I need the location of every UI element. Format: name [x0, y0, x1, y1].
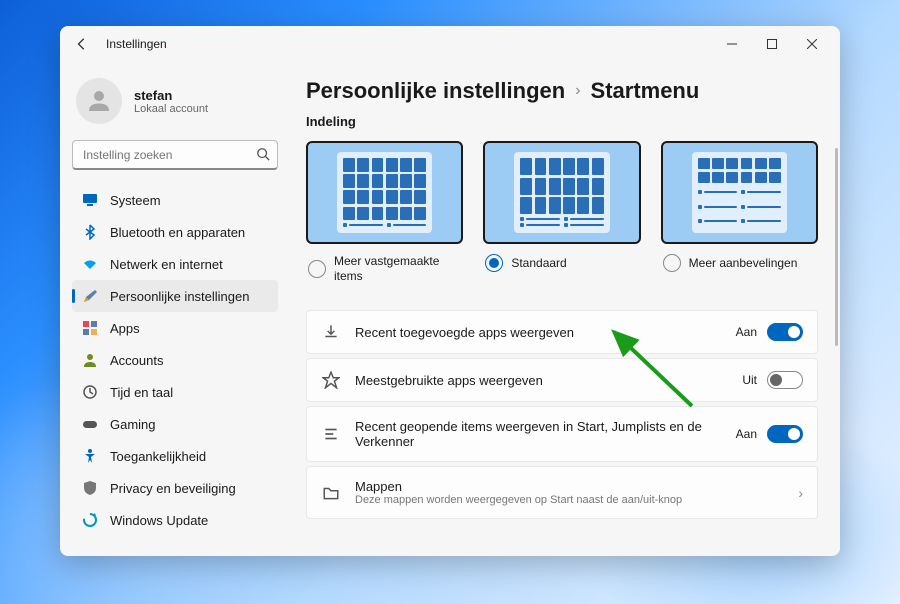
shield-icon	[82, 480, 98, 496]
radio-more-rec[interactable]: Meer aanbevelingen	[661, 254, 818, 272]
brush-icon	[82, 288, 98, 304]
titlebar: Instellingen	[60, 26, 840, 62]
sidebar-item-apps[interactable]: Apps	[72, 312, 278, 344]
settings-list: Recent toegevoegde apps weergeven Aan Mees…	[306, 310, 818, 519]
breadcrumb-current: Startmenu	[591, 78, 700, 104]
profile-sub: Lokaal account	[134, 103, 208, 115]
star-icon	[321, 371, 341, 389]
window-title: Instellingen	[106, 37, 167, 51]
maximize-button[interactable]	[752, 30, 792, 58]
sidebar-item-privacy[interactable]: Privacy en beveiliging	[72, 472, 278, 504]
setting-label: Meestgebruikte apps weergeven	[355, 373, 728, 388]
layout-option-more-pinned[interactable]: Meer vastgemaakte items	[306, 141, 463, 284]
radio-icon	[663, 254, 681, 272]
list-icon	[321, 425, 341, 443]
scrollbar[interactable]	[835, 148, 838, 544]
sidebar-item-label: Privacy en beveiliging	[110, 481, 236, 496]
layout-preview[interactable]	[306, 141, 463, 244]
setting-label: Recent geopende items weergeven in Start…	[355, 419, 722, 449]
layout-heading: Indeling	[306, 114, 818, 129]
sidebar-item-label: Gaming	[110, 417, 156, 432]
radio-default[interactable]: Standaard	[483, 254, 640, 272]
chevron-right-icon: ›	[575, 82, 580, 100]
sidebar-item-label: Accounts	[110, 353, 163, 368]
person-icon	[84, 86, 114, 116]
sidebar-item-label: Tijd en taal	[110, 385, 173, 400]
layout-option-default[interactable]: Standaard	[483, 141, 640, 284]
sidebar: stefan Lokaal account Systeem Bluetooth e…	[60, 62, 290, 556]
arrow-left-icon	[75, 37, 89, 51]
sidebar-item-network[interactable]: Netwerk en internet	[72, 248, 278, 280]
profile-block[interactable]: stefan Lokaal account	[72, 70, 278, 138]
main-content: Persoonlijke instellingen › Startmenu In…	[290, 62, 840, 556]
avatar	[76, 78, 122, 124]
clock-icon	[82, 384, 98, 400]
toggle-switch[interactable]	[767, 425, 803, 443]
chevron-right-icon: ›	[798, 485, 803, 501]
toggle-state: Uit	[742, 373, 757, 387]
search-icon	[256, 147, 270, 166]
download-icon	[321, 323, 341, 341]
sidebar-item-label: Toegankelijkheid	[110, 449, 206, 464]
setting-folders[interactable]: MappenDeze mappen worden weergegeven op …	[306, 466, 818, 519]
toggle-state: Aan	[736, 325, 757, 339]
apps-icon	[82, 320, 98, 336]
search-input[interactable]	[72, 140, 278, 170]
setting-label: Recent toegevoegde apps weergeven	[355, 325, 722, 340]
radio-more-pinned[interactable]: Meer vastgemaakte items	[306, 254, 463, 284]
sidebar-item-system[interactable]: Systeem	[72, 184, 278, 216]
sidebar-item-gaming[interactable]: Gaming	[72, 408, 278, 440]
sidebar-item-label: Persoonlijke instellingen	[110, 289, 249, 304]
gamepad-icon	[82, 416, 98, 432]
update-icon	[82, 512, 98, 528]
setting-most-used[interactable]: Meestgebruikte apps weergeven Uit	[306, 358, 818, 402]
search-box	[72, 140, 278, 170]
folder-icon	[321, 484, 341, 502]
layout-options: Meer vastgemaakte items Standaard	[306, 141, 818, 284]
close-button[interactable]	[792, 30, 832, 58]
toggle-state: Aan	[736, 427, 757, 441]
accessibility-icon	[82, 448, 98, 464]
sidebar-item-label: Windows Update	[110, 513, 208, 528]
toggle-switch[interactable]	[767, 371, 803, 389]
radio-label: Meer vastgemaakte items	[334, 254, 463, 284]
sidebar-item-label: Bluetooth en apparaten	[110, 225, 245, 240]
back-button[interactable]	[68, 30, 96, 58]
toggle-switch[interactable]	[767, 323, 803, 341]
bluetooth-icon	[82, 224, 98, 240]
breadcrumb-parent[interactable]: Persoonlijke instellingen	[306, 78, 565, 104]
setting-sub: Deze mappen worden weergegeven op Start …	[355, 494, 784, 506]
layout-preview[interactable]	[483, 141, 640, 244]
sidebar-item-label: Netwerk en internet	[110, 257, 223, 272]
sidebar-item-update[interactable]: Windows Update	[72, 504, 278, 536]
radio-label: Standaard	[511, 256, 566, 271]
layout-preview[interactable]	[661, 141, 818, 244]
layout-option-more-rec[interactable]: Meer aanbevelingen	[661, 141, 818, 284]
sidebar-item-label: Apps	[110, 321, 140, 336]
sidebar-item-label: Systeem	[110, 193, 161, 208]
person-icon	[82, 352, 98, 368]
minimize-button[interactable]	[712, 30, 752, 58]
settings-window: Instellingen stefan Lokaal account S	[60, 26, 840, 556]
sidebar-item-personalization[interactable]: Persoonlijke instellingen	[72, 280, 278, 312]
sidebar-item-bluetooth[interactable]: Bluetooth en apparaten	[72, 216, 278, 248]
setting-label: Mappen	[355, 479, 784, 494]
setting-recent-items[interactable]: Recent geopende items weergeven in Start…	[306, 406, 818, 462]
radio-icon	[308, 260, 326, 278]
setting-recent-apps[interactable]: Recent toegevoegde apps weergeven Aan	[306, 310, 818, 354]
radio-label: Meer aanbevelingen	[689, 256, 798, 271]
sidebar-item-accessibility[interactable]: Toegankelijkheid	[72, 440, 278, 472]
wifi-icon	[82, 256, 98, 272]
sidebar-item-time[interactable]: Tijd en taal	[72, 376, 278, 408]
sidebar-item-accounts[interactable]: Accounts	[72, 344, 278, 376]
profile-name: stefan	[134, 88, 208, 103]
breadcrumb: Persoonlijke instellingen › Startmenu	[306, 78, 818, 104]
monitor-icon	[82, 192, 98, 208]
radio-icon	[485, 254, 503, 272]
